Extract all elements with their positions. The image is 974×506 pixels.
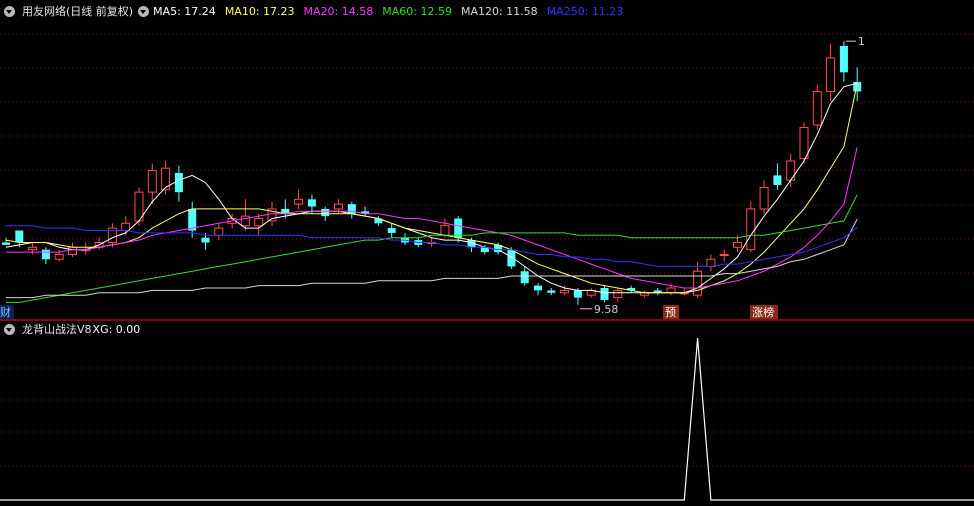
event-marker-label: 涨榜 [752,305,774,319]
candle-down [15,230,24,243]
candle-down [773,175,782,185]
low-price-label: 9.58 [594,303,619,316]
candle-up [68,246,77,255]
candle-up [666,287,676,294]
candle-up [613,289,623,299]
candle-down [600,288,609,300]
candle-up [147,170,157,193]
candle-down [520,271,529,284]
indicator-title: 龙背山战法V8 [22,323,92,336]
indicator-menu-icon[interactable] [4,323,15,335]
candle-up [719,253,729,256]
candle-up [746,208,756,251]
ma60-line [6,194,858,303]
candle-up [121,222,131,232]
candle-up [161,167,171,191]
candle-down [547,290,556,293]
candle-up [812,91,822,126]
candle-down [2,242,10,245]
candle-down [201,237,210,243]
candle-down [839,45,848,73]
candle-down [321,208,330,217]
candle-down [174,172,183,193]
candle-up [759,186,769,210]
candle-down [387,228,396,233]
candle-up [786,160,796,181]
candle-up [799,126,809,160]
candle-down [41,249,50,260]
xg-legend-item[interactable]: XG: 0.00 [93,323,141,336]
stock-chart-window: 用友网络(日线 前复权) MA5: 17.24 MA10: 17.23 MA20: … [0,0,974,506]
ma5-line [5,82,858,294]
candle-up [693,270,703,296]
ma20-line [6,146,858,289]
candle-down [307,199,316,207]
candle-up [28,246,38,251]
event-marker-label: 财 [0,305,11,319]
candle-down [507,249,516,267]
indicator-legend: 龙背山战法V8 XG: 0.00 [0,320,149,338]
kline-chart[interactable]: 9.58 1 财 预 涨榜 [0,0,974,506]
candle-up [706,258,716,267]
candle-down [534,285,542,291]
candle-up [440,225,450,236]
candle-up [254,218,264,227]
ma120-line [6,218,858,299]
ma10-line [5,83,858,294]
candle-down [573,290,582,298]
candle-up [214,227,224,236]
high-price-label: 1 [858,35,865,48]
candle-up [334,203,343,210]
candle-up [733,241,742,248]
candle-up [560,289,570,294]
candle-down [853,81,862,92]
xg-line [0,337,974,501]
candle-up [54,253,64,260]
candle-up [826,57,836,92]
candle-up [294,198,304,205]
event-marker-label: 预 [665,306,676,319]
